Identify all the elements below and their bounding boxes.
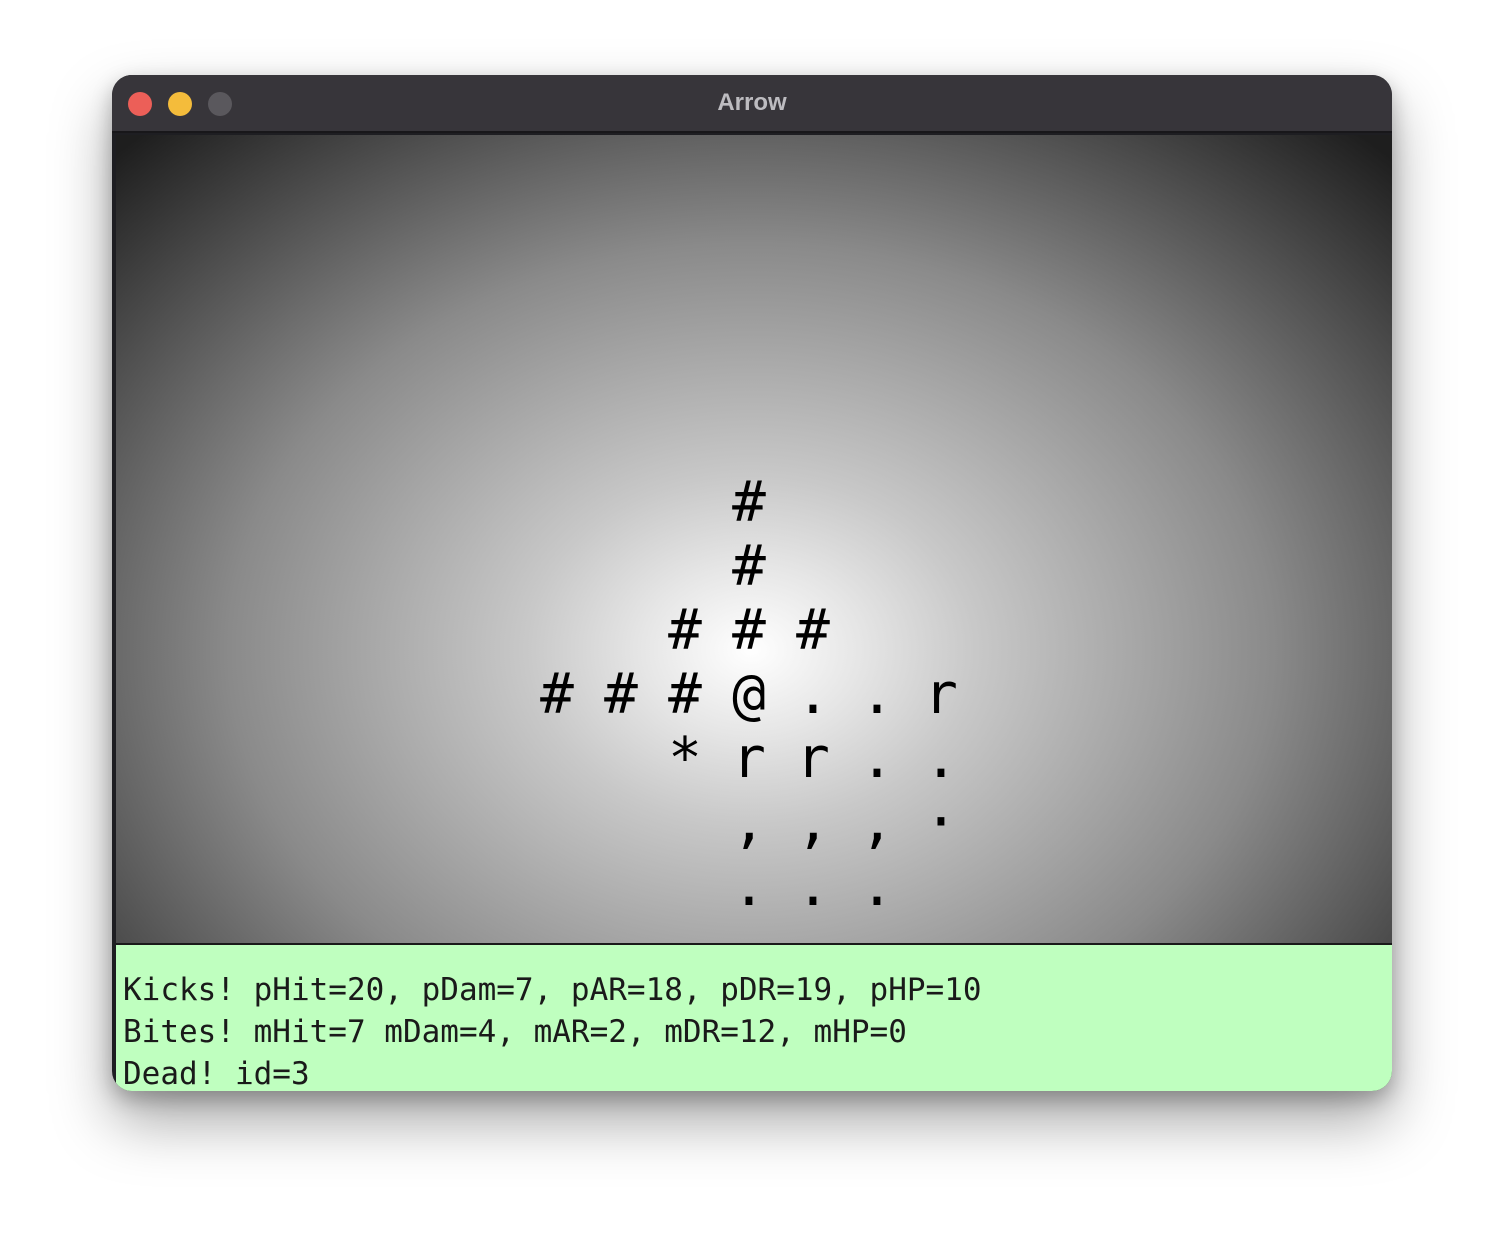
floor-tile: ·: [924, 790, 958, 855]
wall-tile: #: [732, 534, 766, 599]
floor-tile: .: [732, 854, 766, 919]
floor-tile: .: [796, 662, 830, 727]
wall-tile: #: [732, 470, 766, 535]
wall-tile: #: [540, 662, 574, 727]
game-window: Arrow # # # # # # # # @.. r * r r..,,, ·... Kicks! pH…: [112, 75, 1392, 1091]
wall-tile: #: [796, 598, 830, 663]
player-character: @: [732, 662, 766, 727]
wall-tile: #: [732, 598, 766, 663]
rat-monster: r: [924, 662, 958, 727]
item-tile: ,: [732, 790, 766, 855]
log-line: Bites! mHit=7 mDam=4, mAR=2, mDR=12, mHP…: [123, 1014, 907, 1050]
item-tile: ,: [796, 790, 830, 855]
floor-tile: .: [796, 854, 830, 919]
floor-tile: .: [860, 726, 894, 791]
item-tile: ,: [860, 790, 894, 855]
rat-monster: r: [732, 726, 766, 791]
floor-tile: .: [860, 662, 894, 727]
wall-tile: #: [668, 598, 702, 663]
window-title: Arrow: [717, 89, 787, 116]
wall-tile: #: [668, 662, 702, 727]
message-log: Kicks! pHit=20, pDam=7, pAR=18, pDR=19, …: [116, 943, 1392, 1091]
rat-monster: r: [796, 726, 830, 791]
wall-tile: #: [604, 662, 638, 727]
title-bar[interactable]: Arrow: [112, 75, 1392, 133]
floor-tile: .: [860, 854, 894, 919]
game-map-view[interactable]: # # # # # # # # @.. r * r r..,,, ·...: [116, 135, 1392, 943]
floor-tile: .: [924, 726, 958, 791]
log-line: Dead! id=3: [123, 1056, 310, 1091]
corpse-tile: *: [668, 726, 702, 791]
log-line: Kicks! pHit=20, pDam=7, pAR=18, pDR=19, …: [123, 972, 982, 1008]
